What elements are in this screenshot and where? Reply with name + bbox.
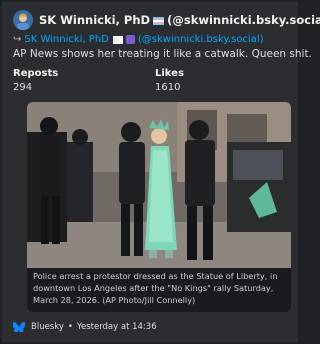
reply-reference[interactable]: ↪ SK Winnicki, PhD (@skwinnicki.bsky.soc…: [13, 34, 264, 45]
likes-value: 1610: [155, 82, 181, 93]
author-avatar[interactable]: [13, 10, 33, 30]
author-handle: (@skwinnicki.bsky.social): [167, 13, 320, 27]
photo-caption: Police arrest a protestor dressed as the…: [33, 271, 278, 305]
purple-badge-icon: [125, 35, 135, 44]
news-photo[interactable]: [27, 102, 291, 268]
reposts-stat: Reposts 294: [13, 68, 58, 93]
reply-arrow-icon: ↪: [13, 34, 22, 45]
author-display-name: SK Winnicki, PhD: [39, 13, 151, 27]
footer-source: Bluesky: [31, 322, 64, 332]
likes-label: Likes: [155, 68, 184, 79]
footer-separator: •: [67, 322, 73, 332]
white-flag-icon: [112, 35, 123, 44]
post-text: AP News shows her treating it like a cat…: [13, 48, 312, 60]
reply-author-handle: (@skwinnicki.bsky.social): [137, 34, 264, 45]
embed-card: SK Winnicki, PhD (@skwinnicki.bsky.social…: [2, 2, 320, 342]
reposts-value: 294: [13, 82, 33, 93]
reply-author-name: SK Winnicki, PhD: [24, 34, 109, 45]
post-footer: Bluesky • Yesterday at 14:36: [13, 320, 157, 334]
trans-flag-icon: [153, 17, 165, 25]
reposts-label: Reposts: [13, 68, 59, 79]
media-attachment[interactable]: Police arrest a protestor dressed as the…: [27, 102, 291, 312]
likes-stat: Likes 1610: [155, 68, 184, 93]
author-name[interactable]: SK Winnicki, PhD (@skwinnicki.bsky.social…: [39, 13, 320, 27]
footer-timestamp: Yesterday at 14:36: [76, 322, 157, 332]
bluesky-butterfly-icon: [13, 322, 25, 332]
post-header: SK Winnicki, PhD (@skwinnicki.bsky.social…: [13, 10, 320, 30]
